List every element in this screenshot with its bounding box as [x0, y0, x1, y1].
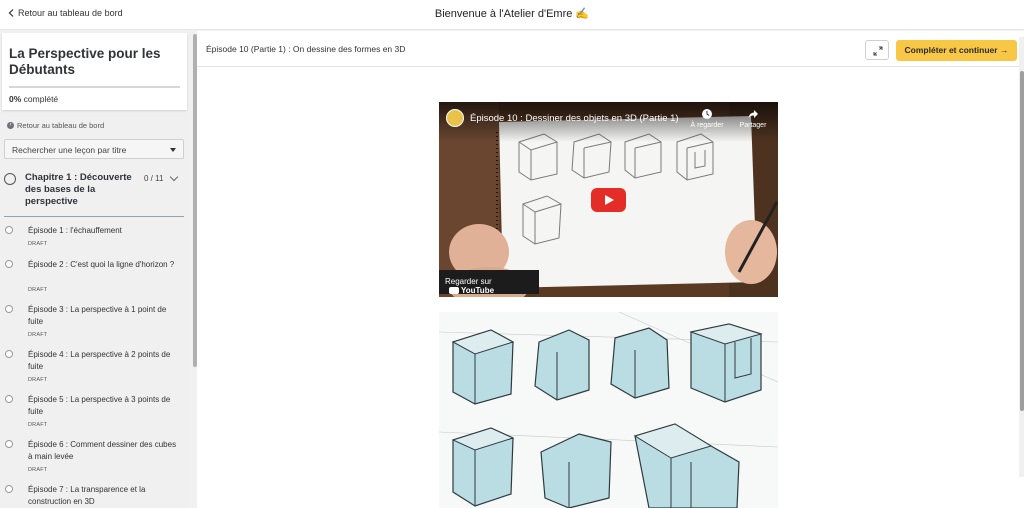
lesson-title: Épisode 1 : l'échauffement	[28, 226, 122, 235]
lesson-status: DRAFT	[28, 241, 48, 247]
lesson-header: Épisode 10 (Partie 1) : On dessine des f…	[197, 31, 1024, 67]
lesson-status-circle-icon	[5, 485, 13, 493]
chevron-down-icon	[169, 172, 179, 182]
youtube-logo: YouTube	[449, 286, 494, 295]
course-title: La Perspective pour les Débutants	[9, 46, 161, 77]
lesson-item[interactable]: Épisode 7 : La transparence et la constr…	[0, 481, 191, 508]
watch-later-label: À regarder ...	[690, 122, 724, 136]
lesson-status-circle-icon	[5, 350, 13, 358]
lesson-title: Épisode 4 : La perspective à 2 points de…	[28, 350, 171, 371]
channel-avatar[interactable]	[446, 109, 464, 127]
play-button-icon[interactable]	[591, 188, 626, 212]
youtube-play-icon	[449, 287, 459, 294]
lesson-title: Épisode 3 : La perspective à 1 point de …	[28, 305, 167, 326]
video-title[interactable]: Épisode 10 : Dessiner des objets en 3D (…	[470, 113, 679, 124]
lesson-item[interactable]: Épisode 4 : La perspective à 2 points de…	[0, 346, 191, 391]
lesson-status-circle-icon	[5, 440, 13, 448]
chapter-header[interactable]: Chapitre 1 : Découverte des bases de la …	[0, 170, 191, 216]
lesson-search-placeholder: Rechercher une leçon par titre	[12, 145, 127, 155]
lesson-title: Épisode 6 : Comment dessiner des cubes à…	[28, 440, 177, 461]
share-label: Partager	[739, 122, 767, 129]
share-icon	[748, 110, 758, 119]
lesson-search-select[interactable]: Rechercher une leçon par titre	[4, 139, 184, 159]
lesson-item[interactable]: Épisode 3 : La perspective à 1 point de …	[0, 301, 191, 346]
lesson-status: DRAFT	[28, 332, 48, 338]
lesson-item[interactable]: Épisode 6 : Comment dessiner des cubes à…	[0, 436, 191, 481]
youtube-wordmark: YouTube	[461, 286, 495, 295]
main-content: Épisode 10 (Partie 1) : On dessine des f…	[197, 31, 1024, 508]
arrow-left-circle-icon: ‹	[7, 122, 14, 129]
lesson-status: DRAFT	[28, 287, 48, 293]
progress-value: 0%	[9, 94, 22, 104]
expand-icon	[873, 46, 883, 56]
lesson-status-circle-icon	[5, 395, 13, 403]
top-bar: Retour au tableau de bord Bienvenue à l'…	[0, 0, 1024, 30]
caret-down-icon	[170, 148, 176, 152]
lesson-item[interactable]: Épisode 1 : l'échauffement DRAFT	[0, 222, 191, 256]
sidebar: La Perspective pour les Débutants 0% com…	[0, 31, 191, 508]
video-player[interactable]: Épisode 10 : Dessiner des objets en 3D (…	[439, 102, 778, 297]
complete-and-continue-button[interactable]: Compléter et continuer →	[896, 40, 1017, 61]
progress-text: 0% complété	[9, 94, 58, 104]
watch-later-button[interactable]: À regarder ...	[687, 108, 727, 136]
lesson-title: Épisode 7 : La transparence et la constr…	[28, 485, 146, 506]
lesson-status: DRAFT	[28, 467, 48, 473]
chapter-count: 0 / 11	[144, 174, 164, 183]
fullscreen-button[interactable]	[865, 40, 889, 60]
3d-shapes-illustration	[439, 312, 778, 508]
watch-on-youtube-button[interactable]: Regarder sur YouTube	[439, 270, 539, 295]
chapter-title: Chapitre 1 : Découverte des bases de la …	[25, 172, 132, 207]
lesson-status-circle-icon	[5, 305, 13, 313]
lesson-status: DRAFT	[28, 422, 48, 428]
lesson-title: Épisode 5 : La perspective à 3 points de…	[28, 395, 171, 416]
chapter-divider	[4, 216, 184, 217]
lesson-status-circle-icon	[5, 226, 13, 234]
lesson-status-circle-icon	[5, 260, 13, 268]
sidebar-back-label: Retour au tableau de bord	[17, 121, 105, 130]
lesson-status: DRAFT	[28, 377, 48, 383]
chapter-status-circle-icon	[4, 173, 16, 185]
course-card: La Perspective pour les Débutants 0% com…	[2, 33, 187, 110]
lesson-item[interactable]: Épisode 5 : La perspective à 3 points de…	[0, 391, 191, 436]
progress-bar	[9, 86, 180, 88]
main-scrollbar-thumb[interactable]	[1020, 71, 1024, 411]
progress-suffix: complété	[23, 94, 59, 104]
sidebar-back-link[interactable]: ‹ Retour au tableau de bord	[7, 121, 104, 130]
watch-on-label: Regarder sur	[445, 277, 492, 286]
episode-title: Épisode 10 (Partie 1) : On dessine des f…	[206, 44, 406, 54]
page-title: Bienvenue à l'Atelier d'Emre ✍️	[434, 8, 590, 20]
lesson-title: Épisode 2 : C'est quoi la ligne d'horizo…	[28, 260, 175, 269]
lesson-item[interactable]: Épisode 2 : C'est quoi la ligne d'horizo…	[0, 256, 191, 301]
3d-shapes-drawing	[439, 312, 778, 508]
clock-icon	[702, 109, 712, 119]
share-button[interactable]: Partager	[735, 108, 771, 129]
